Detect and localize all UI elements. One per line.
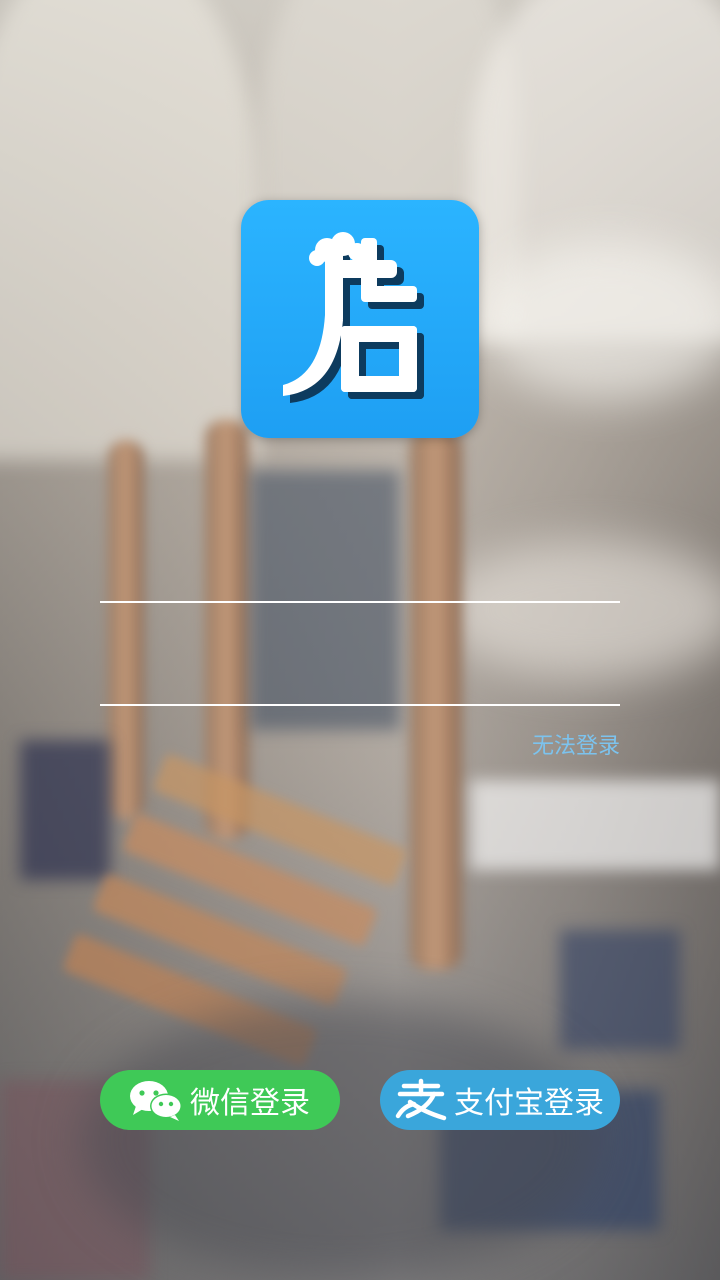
alipay-login-button[interactable]: 支付宝登录 [380, 1070, 620, 1130]
app-logo [241, 200, 479, 438]
username-underline [100, 601, 620, 603]
alipay-icon [394, 1078, 448, 1122]
wechat-login-label: 微信登录 [190, 1086, 310, 1121]
password-field[interactable] [100, 646, 624, 706]
username-input[interactable] [100, 551, 624, 597]
store-glyph-icon [283, 232, 424, 403]
password-underline [100, 704, 620, 706]
wechat-icon [128, 1078, 184, 1122]
alipay-login-label: 支付宝登录 [454, 1086, 604, 1121]
password-input[interactable] [100, 654, 624, 700]
username-field[interactable] [100, 543, 624, 603]
wechat-login-button[interactable]: 微信登录 [100, 1070, 340, 1130]
cannot-login-link[interactable]: 无法登录 [532, 728, 620, 760]
